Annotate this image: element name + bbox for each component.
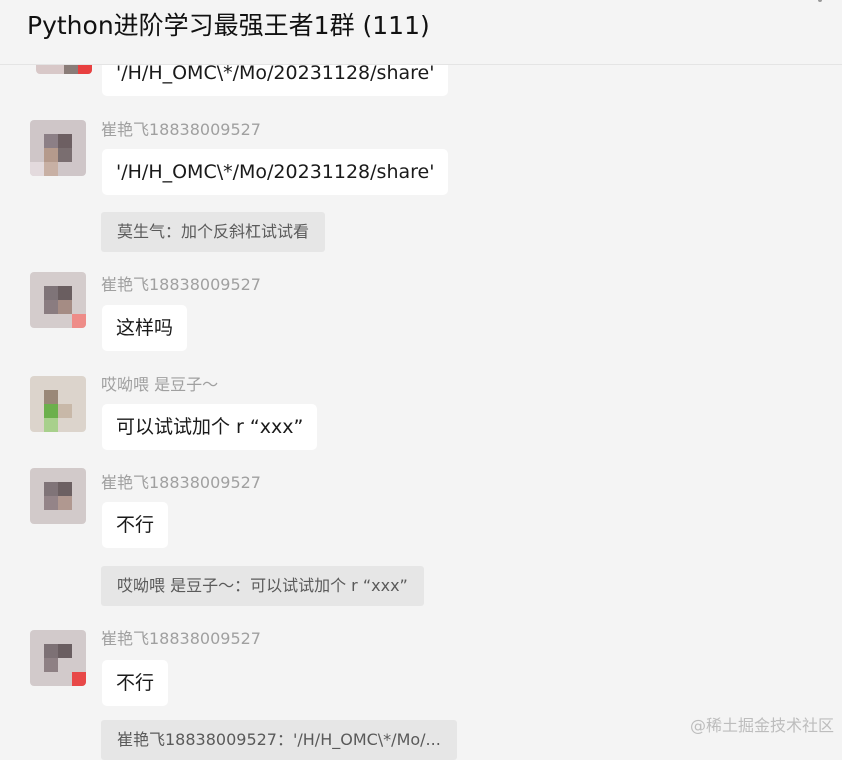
watermark: @稀土掘金技术社区: [689, 716, 834, 735]
avatar[interactable]: [30, 630, 86, 686]
avatar[interactable]: [30, 468, 86, 524]
quoted-message[interactable]: 哎呦喂 是豆子～：可以试试加个 r “xxx”: [101, 566, 424, 606]
sender-name: 崔艳飞18838009527: [101, 275, 261, 294]
message-bubble[interactable]: 这样吗: [102, 305, 188, 351]
avatar[interactable]: [30, 272, 86, 328]
avatar[interactable]: [30, 376, 86, 432]
sender-name: 崔艳飞18838009527: [101, 473, 261, 492]
sender-name: 哎呦喂 是豆子～: [101, 375, 219, 394]
avatar[interactable]: [30, 120, 86, 176]
group-title: Python进阶学习最强王者1群 (111): [27, 11, 430, 40]
message-bubble[interactable]: 不行: [102, 502, 169, 548]
sender-name: 崔艳飞18838009527: [101, 629, 261, 648]
quoted-message[interactable]: 莫生气：加个反斜杠试试看: [101, 212, 326, 252]
chat-header: Python进阶学习最强王者1群 (111): [0, 0, 842, 65]
more-icon[interactable]: [818, 0, 822, 2]
quoted-message[interactable]: 崔艳飞18838009527：'/H/H_OMC\*/Mo/...: [101, 720, 457, 760]
message-bubble[interactable]: 可以试试加个 r “xxx”: [102, 404, 318, 450]
chat-area: '/H/H_OMC\*/Mo/20231128/share' 崔艳飞188380…: [0, 0, 842, 760]
message-bubble[interactable]: 不行: [102, 660, 169, 706]
sender-name: 崔艳飞18838009527: [101, 120, 261, 139]
message-bubble[interactable]: '/H/H_OMC\*/Mo/20231128/share': [102, 149, 449, 195]
